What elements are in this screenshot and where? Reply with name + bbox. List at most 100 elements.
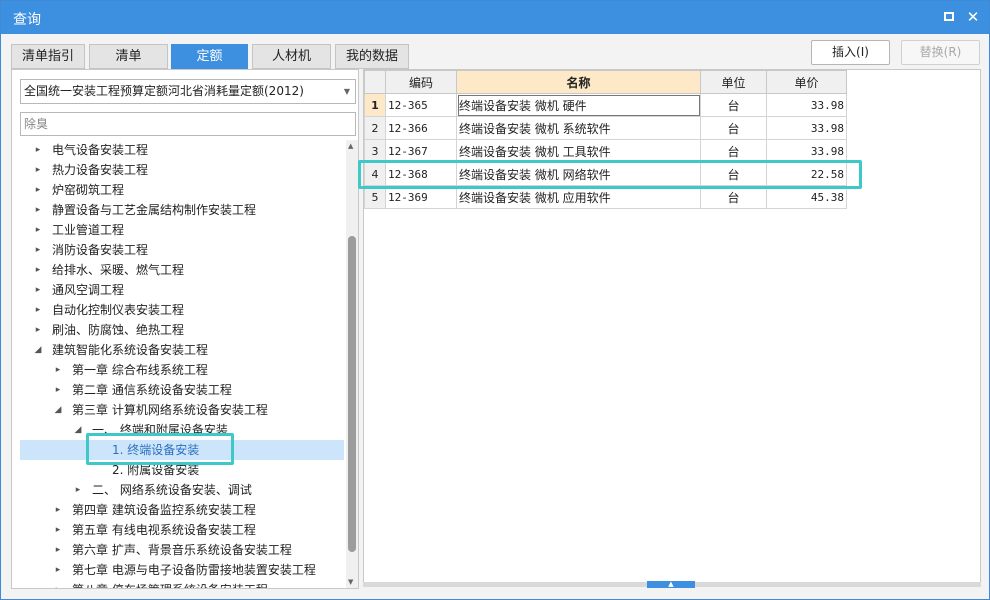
expand-arrow-icon[interactable]: ▸: [32, 180, 44, 200]
tree-node[interactable]: ▸ 消防设备安装工程: [20, 240, 344, 260]
row-index[interactable]: 4: [364, 162, 386, 186]
tree-node[interactable]: ▸ 第五章 有线电视系统设备安装工程: [20, 520, 344, 540]
tree-scrollbar[interactable]: ▲ ▼: [346, 140, 358, 588]
name-cell[interactable]: 终端设备安装 微机 应用软件: [456, 185, 701, 209]
collapse-arrow-icon[interactable]: ◢: [72, 420, 84, 440]
name-header[interactable]: 名称: [456, 70, 701, 94]
price-cell[interactable]: 45.38: [766, 185, 847, 209]
tree-node[interactable]: ▸ 第二章 通信系统设备安装工程: [20, 380, 344, 400]
expand-arrow-icon[interactable]: ▸: [32, 320, 44, 340]
scroll-up-icon[interactable]: ▲: [348, 142, 353, 150]
row-index[interactable]: 3: [364, 139, 386, 163]
expand-arrow-icon[interactable]: ▸: [32, 140, 44, 160]
tree-node[interactable]: ◢ 第三章 计算机网络系统设备安装工程: [20, 400, 344, 420]
row-index[interactable]: 1: [364, 93, 386, 117]
unit-cell[interactable]: 台: [700, 139, 767, 163]
tree-node[interactable]: ◢ 一、 终端和附属设备安装: [20, 420, 344, 440]
restore-icon[interactable]: [941, 9, 957, 25]
library-select[interactable]: 全国统一安装工程预算定额河北省消耗量定额(2012) ▼: [20, 79, 356, 104]
unit-cell[interactable]: 台: [700, 116, 767, 140]
tree-node[interactable]: ▸ 电气设备安装工程: [20, 140, 344, 160]
code-header[interactable]: 编码: [385, 70, 457, 94]
expand-arrow-icon[interactable]: ▸: [32, 280, 44, 300]
table-row[interactable]: 1 12-365 终端设备安装 微机 硬件台 33.98: [364, 93, 847, 117]
tree-node[interactable]: ◢ 建筑智能化系统设备安装工程: [20, 340, 344, 360]
price-cell[interactable]: 22.58: [766, 162, 847, 186]
expand-arrow-icon[interactable]: ▸: [32, 260, 44, 280]
replace-button[interactable]: 替换(R): [901, 40, 980, 65]
tree-node-label: 工业管道工程: [52, 223, 125, 237]
expand-arrow-icon[interactable]: ▸: [32, 300, 44, 320]
tree-node-label: 第三章 计算机网络系统设备安装工程: [72, 403, 268, 417]
tree-node[interactable]: 2. 附属设备安装: [20, 460, 344, 480]
unit-cell[interactable]: 台: [700, 162, 767, 186]
code-cell[interactable]: 12-367: [385, 139, 457, 163]
scrollbar-thumb[interactable]: [348, 236, 356, 552]
price-cell[interactable]: 33.98: [766, 116, 847, 140]
tree-node[interactable]: ▸ 第一章 综合布线系统工程: [20, 360, 344, 380]
search-input[interactable]: [20, 112, 356, 136]
tab-labor-material-machine[interactable]: 人材机: [252, 44, 331, 69]
name-cell[interactable]: 终端设备安装 微机 系统软件: [456, 116, 701, 140]
panel-splitter-handle[interactable]: ▲: [647, 581, 695, 588]
price-cell[interactable]: 33.98: [766, 139, 847, 163]
tree-node[interactable]: ▸ 通风空调工程: [20, 280, 344, 300]
close-icon[interactable]: ✕: [965, 9, 981, 25]
expand-arrow-icon[interactable]: ▸: [32, 200, 44, 220]
row-index[interactable]: 5: [364, 185, 386, 209]
collapse-arrow-icon[interactable]: ◢: [32, 340, 44, 360]
name-cell[interactable]: 终端设备安装 微机 工具软件: [456, 139, 701, 163]
tree-node[interactable]: ▸ 第六章 扩声、背景音乐系统设备安装工程: [20, 540, 344, 560]
expand-arrow-icon[interactable]: ▸: [52, 520, 64, 540]
code-cell[interactable]: 12-368: [385, 162, 457, 186]
expand-arrow-icon[interactable]: ▸: [72, 480, 84, 500]
tree-node[interactable]: ▸ 给排水、采暖、燃气工程: [20, 260, 344, 280]
unit-cell[interactable]: 台: [700, 185, 767, 209]
tree-node[interactable]: ▸ 热力设备安装工程: [20, 160, 344, 180]
tree-node-label: 静置设备与工艺金属结构制作安装工程: [52, 203, 257, 217]
expand-arrow-icon[interactable]: ▸: [32, 240, 44, 260]
scroll-down-icon[interactable]: ▼: [348, 578, 353, 586]
name-cell[interactable]: 终端设备安装 微机 网络软件: [456, 162, 701, 186]
tree-node[interactable]: ▸ 二、 网络系统设备安装、调试: [20, 480, 344, 500]
expand-arrow-icon[interactable]: ▸: [32, 220, 44, 240]
tree-node[interactable]: ▸ 第四章 建筑设备监控系统安装工程: [20, 500, 344, 520]
tab-bill-guide[interactable]: 清单指引: [11, 44, 85, 69]
name-cell[interactable]: 终端设备安装 微机 硬件: [456, 93, 701, 117]
tree-node[interactable]: 1. 终端设备安装: [20, 440, 344, 460]
price-header[interactable]: 单价: [766, 70, 847, 94]
tree-node-label: 第七章 电源与电子设备防雷接地装置安装工程: [72, 563, 316, 577]
expand-arrow-icon[interactable]: ▸: [52, 500, 64, 520]
collapse-arrow-icon[interactable]: ◢: [52, 400, 64, 420]
expand-arrow-icon[interactable]: ▸: [52, 540, 64, 560]
table-row[interactable]: 3 12-367 终端设备安装 微机 工具软件台 33.98: [364, 139, 847, 163]
tab-my-data[interactable]: 我的数据: [335, 44, 409, 69]
unit-header[interactable]: 单位: [700, 70, 767, 94]
unit-cell[interactable]: 台: [700, 93, 767, 117]
price-cell[interactable]: 33.98: [766, 93, 847, 117]
tree-node[interactable]: ▸ 刷油、防腐蚀、绝热工程: [20, 320, 344, 340]
tree-node[interactable]: ▸ 工业管道工程: [20, 220, 344, 240]
tree-node[interactable]: ▸ 自动化控制仪表安装工程: [20, 300, 344, 320]
tree-node[interactable]: ▸ 第七章 电源与电子设备防雷接地装置安装工程: [20, 560, 344, 580]
window-title: 查询: [13, 12, 41, 28]
tab-quota[interactable]: 定额: [171, 44, 248, 69]
table-row[interactable]: 4 12-368 终端设备安装 微机 网络软件台 22.58: [364, 162, 847, 186]
tree-node-label: 第五章 有线电视系统设备安装工程: [72, 523, 256, 537]
expand-arrow-icon[interactable]: ▸: [52, 580, 64, 588]
code-cell[interactable]: 12-366: [385, 116, 457, 140]
expand-arrow-icon[interactable]: ▸: [52, 560, 64, 580]
expand-arrow-icon[interactable]: ▸: [32, 160, 44, 180]
row-index[interactable]: 2: [364, 116, 386, 140]
tree-node[interactable]: ▸ 静置设备与工艺金属结构制作安装工程: [20, 200, 344, 220]
tree-node[interactable]: ▸ 炉窑砌筑工程: [20, 180, 344, 200]
expand-arrow-icon[interactable]: ▸: [52, 360, 64, 380]
code-cell[interactable]: 12-369: [385, 185, 457, 209]
insert-button[interactable]: 插入(I): [811, 40, 890, 65]
table-row[interactable]: 2 12-366 终端设备安装 微机 系统软件台 33.98: [364, 116, 847, 140]
code-cell[interactable]: 12-365: [385, 93, 457, 117]
tree-node[interactable]: ▸ 第八章 停车场管理系统设备安装工程: [20, 580, 344, 588]
table-row[interactable]: 5 12-369 终端设备安装 微机 应用软件台 45.38: [364, 185, 847, 209]
tab-bill[interactable]: 清单: [89, 44, 168, 69]
expand-arrow-icon[interactable]: ▸: [52, 380, 64, 400]
